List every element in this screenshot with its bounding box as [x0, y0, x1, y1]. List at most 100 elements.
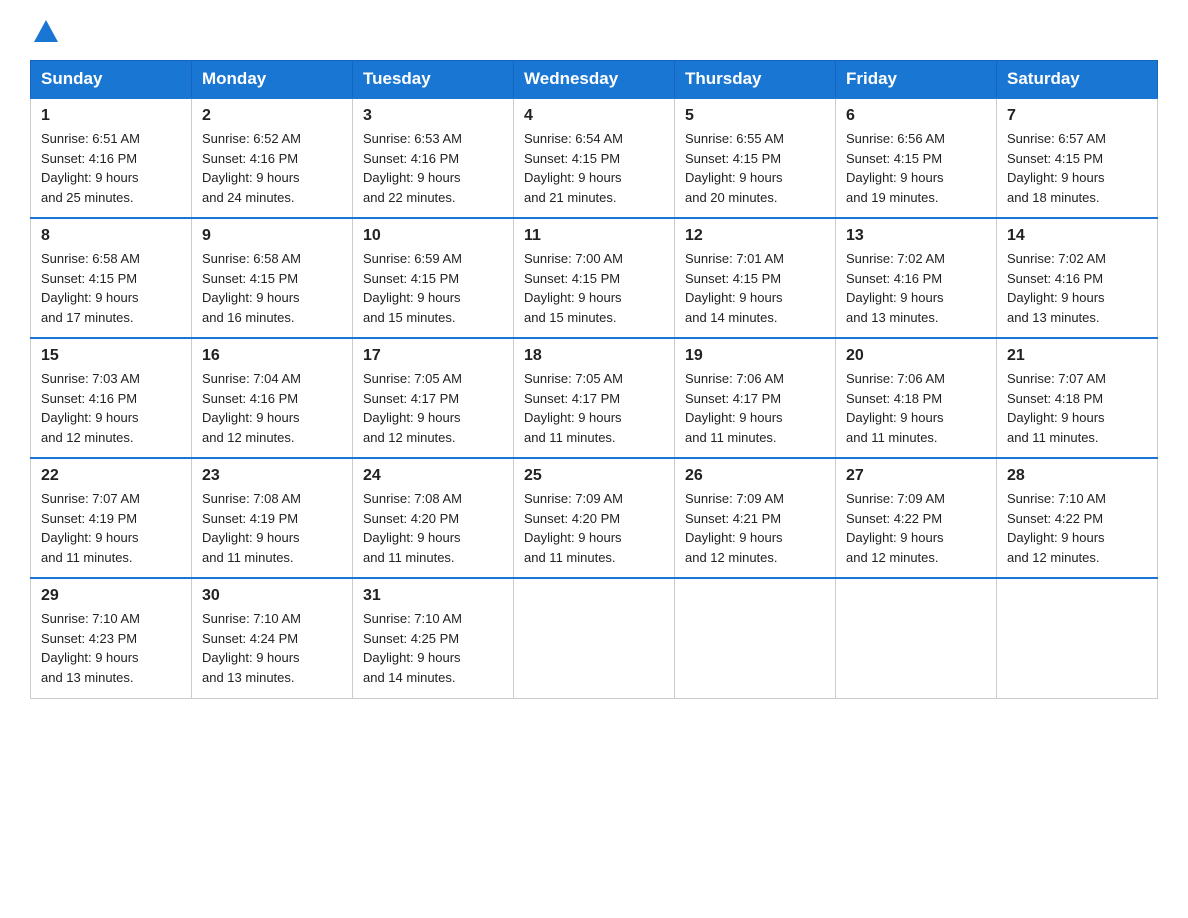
week-row-4: 22 Sunrise: 7:07 AMSunset: 4:19 PMDayligh… [31, 458, 1158, 578]
day-info: Sunrise: 7:07 AMSunset: 4:18 PMDaylight:… [1007, 369, 1147, 447]
day-number: 27 [846, 467, 986, 485]
day-number: 18 [524, 347, 664, 365]
day-cell: 17 Sunrise: 7:05 AMSunset: 4:17 PMDayligh… [353, 338, 514, 458]
logo [30, 20, 58, 40]
day-cell: 31 Sunrise: 7:10 AMSunset: 4:25 PMDayligh… [353, 578, 514, 698]
day-number: 25 [524, 467, 664, 485]
day-info: Sunrise: 7:02 AMSunset: 4:16 PMDaylight:… [846, 249, 986, 327]
day-info: Sunrise: 7:08 AMSunset: 4:19 PMDaylight:… [202, 489, 342, 567]
day-info: Sunrise: 6:57 AMSunset: 4:15 PMDaylight:… [1007, 129, 1147, 207]
day-info: Sunrise: 7:09 AMSunset: 4:21 PMDaylight:… [685, 489, 825, 567]
day-cell: 11 Sunrise: 7:00 AMSunset: 4:15 PMDayligh… [514, 218, 675, 338]
column-header-saturday: Saturday [997, 61, 1158, 99]
day-cell: 10 Sunrise: 6:59 AMSunset: 4:15 PMDayligh… [353, 218, 514, 338]
day-number: 31 [363, 587, 503, 605]
day-number: 8 [41, 227, 181, 245]
week-row-3: 15 Sunrise: 7:03 AMSunset: 4:16 PMDayligh… [31, 338, 1158, 458]
day-number: 2 [202, 107, 342, 125]
day-info: Sunrise: 6:56 AMSunset: 4:15 PMDaylight:… [846, 129, 986, 207]
logo-text [30, 20, 58, 44]
day-number: 10 [363, 227, 503, 245]
column-header-monday: Monday [192, 61, 353, 99]
day-number: 14 [1007, 227, 1147, 245]
day-cell: 30 Sunrise: 7:10 AMSunset: 4:24 PMDayligh… [192, 578, 353, 698]
day-number: 16 [202, 347, 342, 365]
day-number: 13 [846, 227, 986, 245]
logo-triangle-icon [34, 20, 58, 42]
day-cell [997, 578, 1158, 698]
day-number: 3 [363, 107, 503, 125]
day-cell: 1Sunrise: 6:51 AMSunset: 4:16 PMDaylight… [31, 98, 192, 218]
day-number: 19 [685, 347, 825, 365]
day-cell [514, 578, 675, 698]
day-cell: 6 Sunrise: 6:56 AMSunset: 4:15 PMDaylight… [836, 98, 997, 218]
day-number: 21 [1007, 347, 1147, 365]
week-row-5: 29 Sunrise: 7:10 AMSunset: 4:23 PMDayligh… [31, 578, 1158, 698]
day-cell: 19 Sunrise: 7:06 AMSunset: 4:17 PMDayligh… [675, 338, 836, 458]
day-number: 15 [41, 347, 181, 365]
day-number: 23 [202, 467, 342, 485]
day-number: 1 [41, 107, 181, 125]
page-header [30, 20, 1158, 40]
day-info: Sunrise: 7:05 AMSunset: 4:17 PMDaylight:… [524, 369, 664, 447]
day-info: Sunrise: 7:09 AMSunset: 4:20 PMDaylight:… [524, 489, 664, 567]
column-header-thursday: Thursday [675, 61, 836, 99]
day-number: 28 [1007, 467, 1147, 485]
day-info: Sunrise: 7:03 AMSunset: 4:16 PMDaylight:… [41, 369, 181, 447]
day-cell: 2 Sunrise: 6:52 AMSunset: 4:16 PMDaylight… [192, 98, 353, 218]
day-number: 5 [685, 107, 825, 125]
day-number: 6 [846, 107, 986, 125]
day-info: Sunrise: 6:52 AMSunset: 4:16 PMDaylight:… [202, 129, 342, 207]
day-cell: 23 Sunrise: 7:08 AMSunset: 4:19 PMDayligh… [192, 458, 353, 578]
day-info: Sunrise: 7:04 AMSunset: 4:16 PMDaylight:… [202, 369, 342, 447]
day-info: Sunrise: 6:59 AMSunset: 4:15 PMDaylight:… [363, 249, 503, 327]
day-info: Sunrise: 7:06 AMSunset: 4:17 PMDaylight:… [685, 369, 825, 447]
day-info: Sunrise: 6:53 AMSunset: 4:16 PMDaylight:… [363, 129, 503, 207]
column-header-sunday: Sunday [31, 61, 192, 99]
day-info: Sunrise: 7:06 AMSunset: 4:18 PMDaylight:… [846, 369, 986, 447]
day-cell: 13 Sunrise: 7:02 AMSunset: 4:16 PMDayligh… [836, 218, 997, 338]
day-cell: 29 Sunrise: 7:10 AMSunset: 4:23 PMDayligh… [31, 578, 192, 698]
week-row-1: 1Sunrise: 6:51 AMSunset: 4:16 PMDaylight… [31, 98, 1158, 218]
day-info: Sunrise: 7:08 AMSunset: 4:20 PMDaylight:… [363, 489, 503, 567]
day-cell: 24Sunrise: 7:08 AMSunset: 4:20 PMDayligh… [353, 458, 514, 578]
day-info: Sunrise: 7:10 AMSunset: 4:23 PMDaylight:… [41, 609, 181, 687]
day-cell: 16 Sunrise: 7:04 AMSunset: 4:16 PMDayligh… [192, 338, 353, 458]
day-number: 26 [685, 467, 825, 485]
day-cell: 14Sunrise: 7:02 AMSunset: 4:16 PMDayligh… [997, 218, 1158, 338]
day-info: Sunrise: 7:05 AMSunset: 4:17 PMDaylight:… [363, 369, 503, 447]
day-cell: 27Sunrise: 7:09 AMSunset: 4:22 PMDayligh… [836, 458, 997, 578]
day-cell: 15 Sunrise: 7:03 AMSunset: 4:16 PMDayligh… [31, 338, 192, 458]
day-cell: 26 Sunrise: 7:09 AMSunset: 4:21 PMDayligh… [675, 458, 836, 578]
day-info: Sunrise: 7:00 AMSunset: 4:15 PMDaylight:… [524, 249, 664, 327]
day-info: Sunrise: 7:10 AMSunset: 4:24 PMDaylight:… [202, 609, 342, 687]
day-info: Sunrise: 7:10 AMSunset: 4:25 PMDaylight:… [363, 609, 503, 687]
day-cell: 28Sunrise: 7:10 AMSunset: 4:22 PMDayligh… [997, 458, 1158, 578]
day-cell: 22 Sunrise: 7:07 AMSunset: 4:19 PMDayligh… [31, 458, 192, 578]
calendar-table: SundayMondayTuesdayWednesdayThursdayFrid… [30, 60, 1158, 699]
day-cell: 21 Sunrise: 7:07 AMSunset: 4:18 PMDayligh… [997, 338, 1158, 458]
day-number: 4 [524, 107, 664, 125]
day-cell: 12Sunrise: 7:01 AMSunset: 4:15 PMDayligh… [675, 218, 836, 338]
day-info: Sunrise: 7:07 AMSunset: 4:19 PMDaylight:… [41, 489, 181, 567]
day-info: Sunrise: 6:58 AMSunset: 4:15 PMDaylight:… [202, 249, 342, 327]
day-cell: 4Sunrise: 6:54 AMSunset: 4:15 PMDaylight… [514, 98, 675, 218]
day-number: 22 [41, 467, 181, 485]
day-number: 30 [202, 587, 342, 605]
column-header-friday: Friday [836, 61, 997, 99]
day-cell: 5Sunrise: 6:55 AMSunset: 4:15 PMDaylight… [675, 98, 836, 218]
day-number: 12 [685, 227, 825, 245]
day-cell: 3 Sunrise: 6:53 AMSunset: 4:16 PMDaylight… [353, 98, 514, 218]
column-header-tuesday: Tuesday [353, 61, 514, 99]
day-cell [836, 578, 997, 698]
day-cell: 7Sunrise: 6:57 AMSunset: 4:15 PMDaylight… [997, 98, 1158, 218]
column-header-wednesday: Wednesday [514, 61, 675, 99]
day-number: 11 [524, 227, 664, 245]
day-number: 17 [363, 347, 503, 365]
day-number: 20 [846, 347, 986, 365]
day-cell: 20 Sunrise: 7:06 AMSunset: 4:18 PMDayligh… [836, 338, 997, 458]
week-row-2: 8 Sunrise: 6:58 AMSunset: 4:15 PMDaylight… [31, 218, 1158, 338]
header-row: SundayMondayTuesdayWednesdayThursdayFrid… [31, 61, 1158, 99]
day-number: 29 [41, 587, 181, 605]
day-cell: 9Sunrise: 6:58 AMSunset: 4:15 PMDaylight… [192, 218, 353, 338]
